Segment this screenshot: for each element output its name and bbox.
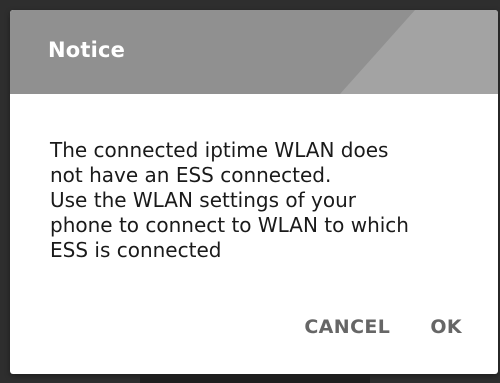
dialog-message: The connected iptime WLAN does not have … bbox=[50, 138, 409, 262]
ok-button[interactable]: OK bbox=[430, 316, 462, 338]
background-element bbox=[140, 374, 370, 383]
dialog-actions: CANCEL OK bbox=[304, 316, 462, 338]
cancel-button[interactable]: CANCEL bbox=[304, 316, 390, 338]
dialog-title: Notice bbox=[48, 38, 126, 62]
dialog-header: Notice bbox=[10, 10, 498, 94]
notice-dialog: Notice The connected iptime WLAN does no… bbox=[10, 10, 498, 374]
